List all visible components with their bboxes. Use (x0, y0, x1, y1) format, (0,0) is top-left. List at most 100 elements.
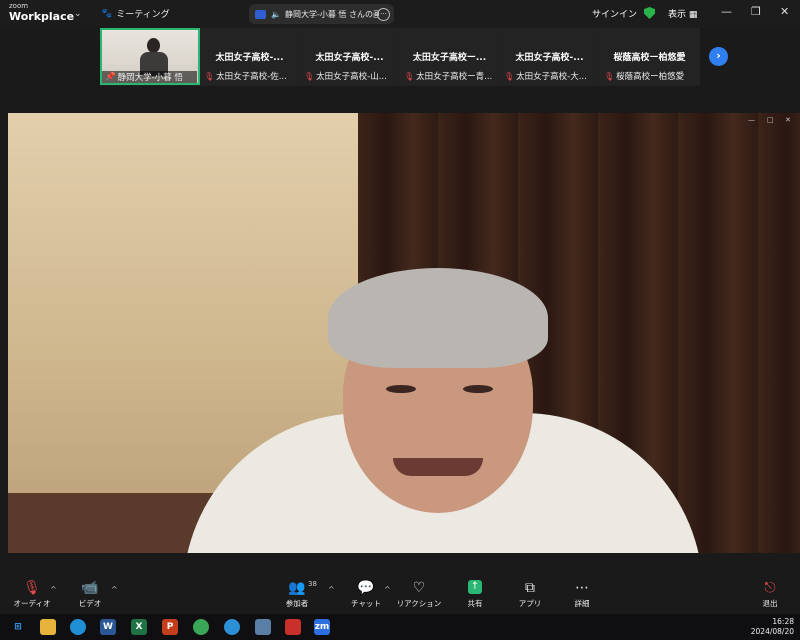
reactions-label: リアクション (396, 599, 442, 608)
system-clock[interactable]: 16:28 2024/08/20 (751, 617, 794, 637)
logo-big-text: Workplace (9, 10, 75, 23)
participants-label: 参加者 (285, 599, 309, 608)
video-options-caret[interactable]: ^ (111, 585, 118, 594)
view-label: 表示 (668, 10, 687, 20)
participant-tile[interactable]: 桜蔭高校ー柏悠愛 🎙 桜蔭高校ー柏悠愛 (600, 28, 699, 84)
title-bar: zoom Workplace ⌄ 🐾 ミーティング 🔈 静岡大学-小暮 悟 さん… (0, 0, 800, 28)
excel-icon[interactable]: X (131, 619, 147, 635)
word-icon[interactable]: W (100, 619, 116, 635)
zoom-taskbar-icon[interactable]: zm (314, 619, 330, 635)
participant-title: 太田女子高校-... (515, 53, 584, 63)
participant-name: 桜蔭高校ー柏悠愛 (616, 72, 685, 82)
screen-share-icon (255, 9, 266, 19)
participant-title: 太田女子高校ー... (412, 53, 487, 63)
heart-icon: ♡ (412, 580, 426, 596)
apps-label: アプリ (518, 599, 542, 608)
taskbar: ⊞ W X P zm 16:28 2024/08/20 (0, 614, 800, 640)
participants-options-caret[interactable]: ^ (328, 585, 335, 594)
leave-icon: ⎋ (764, 580, 776, 596)
share-button[interactable]: ↑ 共有 (445, 580, 505, 609)
video-minimize-icon[interactable]: — (748, 116, 755, 124)
participant-label: 🎙 太田女子高校-大... (504, 70, 597, 83)
chrome-icon[interactable] (193, 619, 209, 635)
participant-tile[interactable]: 太田女子高校-... 🎙 太田女子高校-佐... (200, 28, 299, 84)
video-maximize-icon[interactable]: □ (767, 116, 774, 124)
more-icon: ⋯ (575, 580, 589, 596)
reactions-button[interactable]: ♡ リアクション (389, 580, 449, 609)
participant-title: 太田女子高校-... (215, 53, 284, 63)
clock-date: 2024/08/20 (750, 627, 794, 636)
clock-time: 16:28 (772, 617, 794, 626)
share-arrow-icon: ↑ (468, 580, 482, 594)
next-page-button[interactable]: › (709, 47, 728, 66)
participant-label: 📌 静岡大学-小暮 悟 (102, 71, 197, 83)
participant-name: 太田女子高校-大... (516, 72, 587, 82)
more-button[interactable]: ⋯ 詳細 (552, 580, 612, 609)
participant-name: 太田女子高校ー青... (416, 72, 493, 82)
zoom-logo: zoom Workplace (9, 2, 75, 23)
participant-strip: 📌 静岡大学-小暮 悟 太田女子高校-... 🎙 太田女子高校-佐... 太田女子… (100, 28, 700, 86)
participant-name: 静岡大学-小暮 悟 (117, 73, 183, 83)
video-close-icon[interactable]: ✕ (785, 116, 791, 124)
edge-icon[interactable] (70, 619, 86, 635)
more-label: 詳細 (574, 599, 590, 608)
chevron-down-icon[interactable]: ⌄ (74, 9, 82, 19)
main-video (8, 113, 800, 553)
meeting-title: 静岡大学-小暮 悟 さんの画面 (284, 9, 379, 19)
pin-icon: 📌 (105, 72, 116, 82)
speaker-eye (386, 385, 416, 393)
view-menu[interactable]: 表示 ▦ (668, 7, 697, 20)
meeting-title-pill[interactable]: 🔈 静岡大学-小暮 悟 さんの画面 ··· (249, 4, 394, 24)
mic-muted-icon: 🎙 (304, 71, 315, 81)
signin-button[interactable]: サインイン (592, 7, 637, 20)
chat-label: チャット (351, 599, 381, 608)
mic-muted-icon: 🎙 (204, 71, 215, 81)
logo-small-text: zoom (9, 2, 29, 10)
meeting-menu-label: ミーティング (116, 10, 170, 20)
speaker-icon: 🔈 (271, 9, 281, 19)
audio-options-caret[interactable]: ^ (50, 585, 57, 594)
paw-icon: 🐾 (101, 8, 113, 19)
participants-count: 38 (308, 580, 317, 588)
app-icon[interactable] (224, 619, 240, 635)
mic-muted-icon: 🎙 (504, 71, 515, 81)
video-label: ビデオ (78, 599, 102, 608)
mic-muted-icon: 🎙 (604, 71, 615, 81)
app-red-icon[interactable] (285, 619, 301, 635)
participant-title: 太田女子高校-... (315, 53, 384, 63)
mic-muted-icon: 🎙 (404, 71, 415, 81)
apps-button[interactable]: ⧉ アプリ (500, 580, 560, 609)
more-options-icon[interactable]: ··· (377, 8, 390, 21)
participants-button[interactable]: 👥 38 参加者 (267, 580, 327, 609)
speaker-hair (328, 268, 548, 368)
participant-tile[interactable]: 太田女子高校-... 🎙 太田女子高校-山... (300, 28, 399, 84)
participant-label: 🎙 桜蔭高校ー柏悠愛 (604, 70, 697, 83)
meeting-toolbar: 🎙 オーディオ ^ 📹 ビデオ ^ 👥 38 参加者 ^ 💬 チャット ^ ♡ … (0, 578, 800, 614)
participant-title: 桜蔭高校ー柏悠愛 (613, 53, 686, 63)
restore-icon[interactable]: ❐ (751, 5, 761, 18)
leave-button[interactable]: ⎋ 退出 (740, 580, 800, 609)
start-icon[interactable]: ⊞ (10, 619, 26, 635)
participants-icon: 👥 (288, 580, 306, 596)
participant-name: 太田女子高校-山... (316, 72, 387, 82)
participant-name: 太田女子高校-佐... (216, 72, 287, 82)
security-shield-icon[interactable] (644, 7, 655, 19)
participant-tile-active[interactable]: 📌 静岡大学-小暮 悟 (100, 28, 200, 85)
participant-tile[interactable]: 太田女子高校-... 🎙 太田女子高校-大... (500, 28, 599, 84)
meeting-menu[interactable]: 🐾 ミーティング (101, 7, 170, 21)
minimize-icon[interactable]: — (721, 5, 732, 18)
participant-label: 🎙 太田女子高校-山... (304, 70, 397, 83)
speaker-eye (463, 385, 493, 393)
leave-label: 退出 (762, 599, 778, 608)
participant-head (147, 38, 160, 53)
share-label: 共有 (467, 599, 483, 608)
participant-label: 🎙 太田女子高校-佐... (204, 70, 297, 83)
audio-label: オーディオ (13, 599, 51, 608)
monitor-icon[interactable] (255, 619, 271, 635)
close-icon[interactable]: ✕ (780, 5, 789, 18)
file-explorer-icon[interactable] (40, 619, 56, 635)
powerpoint-icon[interactable]: P (162, 619, 178, 635)
participant-tile[interactable]: 太田女子高校ー... 🎙 太田女子高校ー青... (400, 28, 499, 84)
participant-label: 🎙 太田女子高校ー青... (404, 70, 497, 83)
speaker-mouth (393, 458, 483, 476)
